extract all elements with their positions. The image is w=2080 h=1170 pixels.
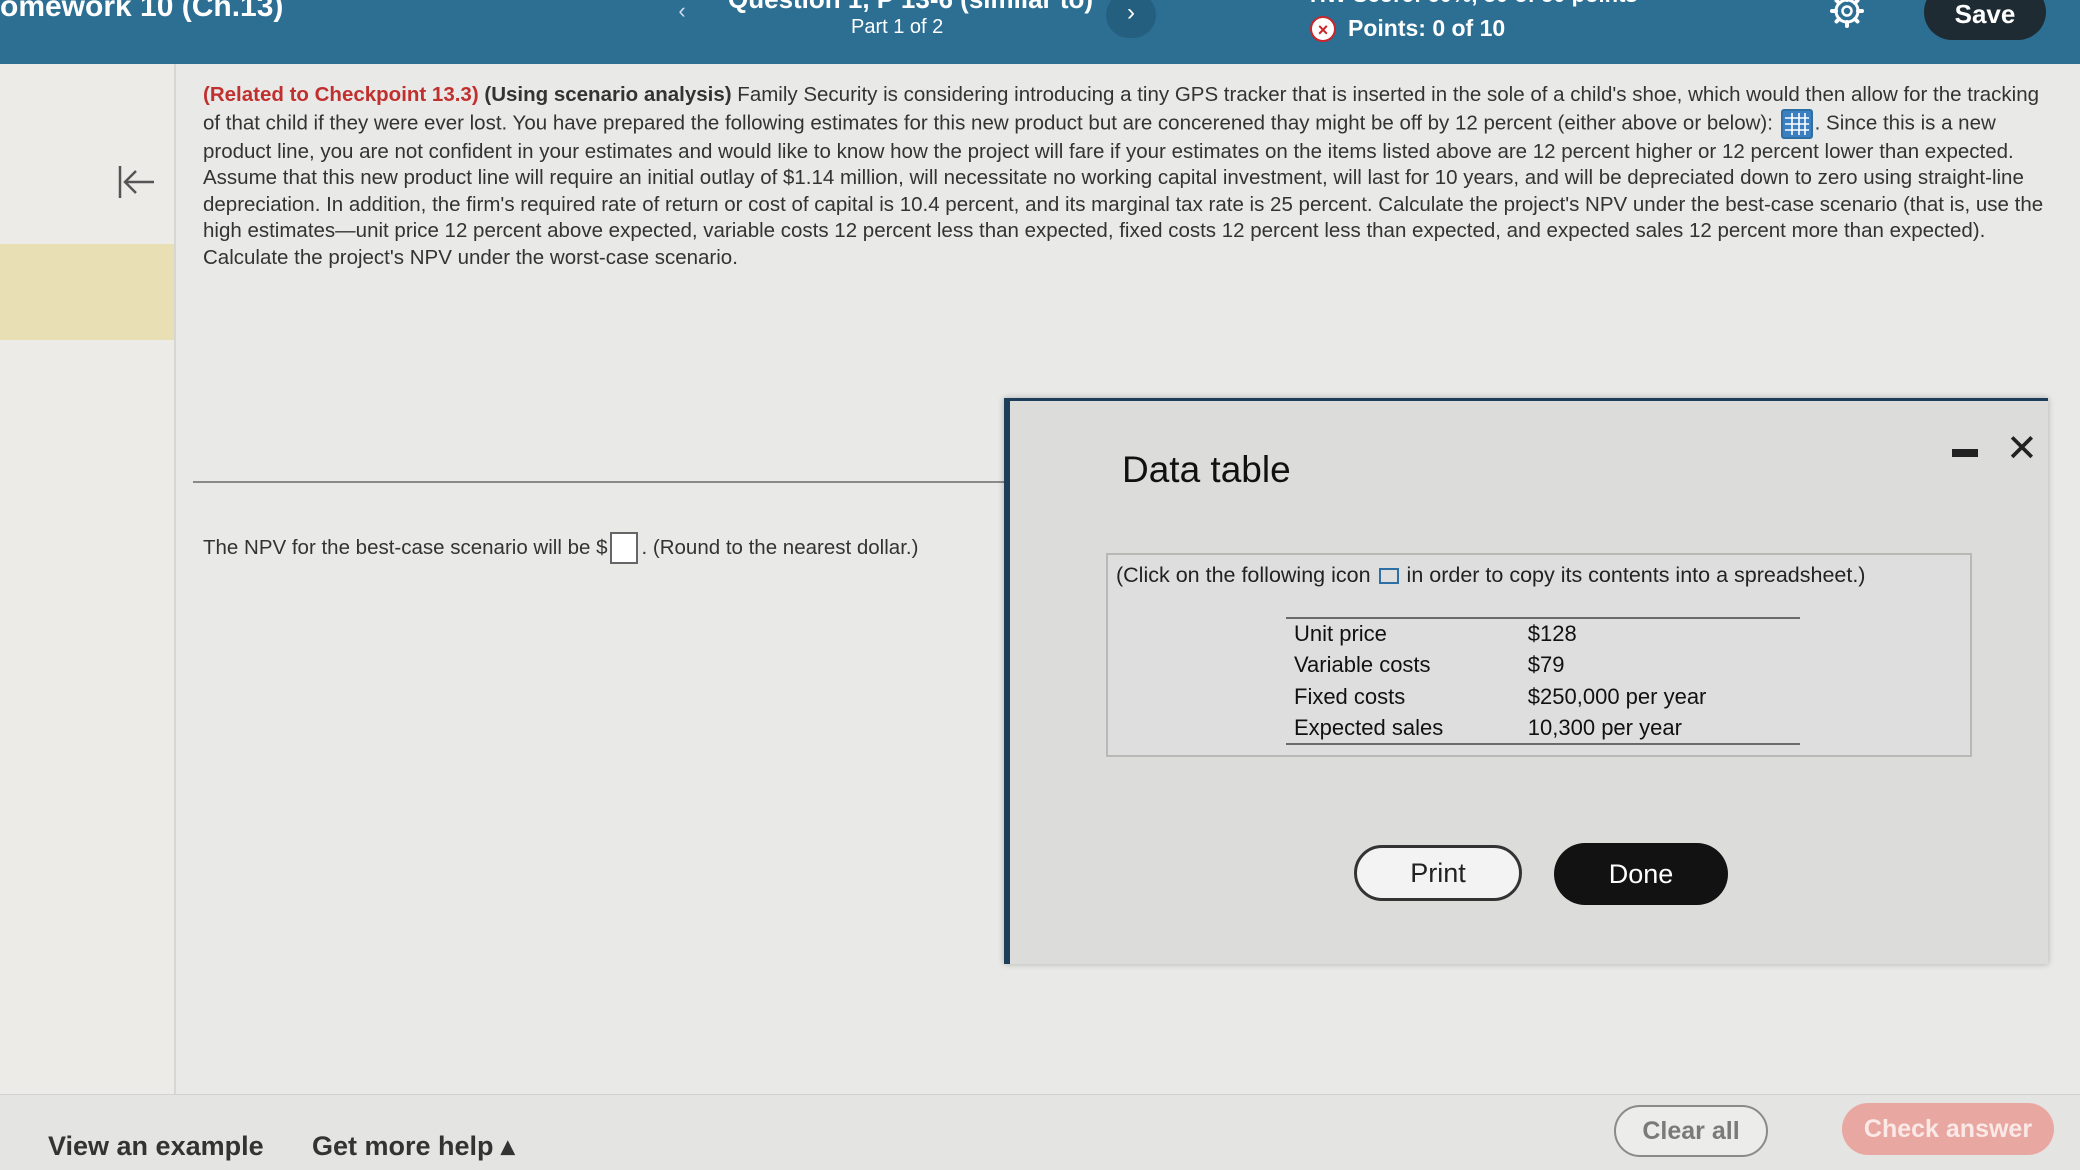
answer-line: The NPV for the best-case scenario will … <box>203 532 918 564</box>
answer-suffix: . (Round to the nearest dollar.) <box>641 536 919 559</box>
view-example-link[interactable]: View an example <box>48 1131 264 1162</box>
homework-title: omework 10 (Ch.13) <box>0 0 284 23</box>
divider <box>193 481 1005 483</box>
scenario-label: (Using scenario analysis) <box>484 83 732 106</box>
points-label: Points: 0 of 10 <box>1348 15 1506 41</box>
row-value: $128 <box>1527 621 1577 647</box>
chevron-left-icon: ‹ <box>678 0 686 23</box>
data-table-grid-icon[interactable] <box>1780 108 1813 139</box>
hw-score: HW Score: 60%, 30 of 50 points <box>1310 0 1638 8</box>
footer-bar: View an example Get more help ▴ Clear al… <box>0 1094 2080 1170</box>
copy-to-spreadsheet-icon[interactable] <box>1378 567 1399 584</box>
save-button[interactable]: Save <box>1924 0 2046 40</box>
copy-note: (Click on the following icon in order to… <box>1116 563 1865 588</box>
next-question-button[interactable]: › <box>1106 0 1156 38</box>
row-value: 10,300 per year <box>1527 714 1682 740</box>
minimize-icon[interactable] <box>1952 449 1978 457</box>
npv-answer-input[interactable] <box>609 532 638 564</box>
row-label: Variable costs <box>1294 652 1431 678</box>
estimates-table: Unit price $128 Variable costs $79 Fixed… <box>1286 617 1800 745</box>
question-title: Question 1, P 13-6 (similar to) <box>728 0 1093 15</box>
incorrect-x-icon: × <box>1310 15 1336 42</box>
close-icon[interactable]: ✕ <box>2006 429 2038 469</box>
row-label: Unit price <box>1294 621 1387 647</box>
clear-all-button[interactable]: Clear all <box>1614 1105 1768 1157</box>
collapse-panel-icon[interactable] <box>114 160 158 204</box>
check-answer-button[interactable]: Check answer <box>1842 1103 2054 1155</box>
copy-note-after: in order to copy its contents into a spr… <box>1406 563 1866 587</box>
table-row: Unit price $128 <box>1286 618 1800 650</box>
copy-note-before: (Click on the following icon <box>1116 563 1371 587</box>
table-row: Expected sales 10,300 per year <box>1286 713 1800 745</box>
get-more-help-link[interactable]: Get more help ▴ <box>312 1131 515 1162</box>
question-body-2: . Since this is a new product line, you … <box>203 110 2044 269</box>
question-text: (Related to Checkpoint 13.3) (Using scen… <box>203 82 2055 271</box>
left-rail <box>0 64 176 1094</box>
top-bar: omework 10 (Ch.13) ‹ Question 1, P 13-6 … <box>0 0 2080 64</box>
done-button[interactable]: Done <box>1554 843 1728 905</box>
checkpoint-reference: (Related to Checkpoint 13.3) <box>203 83 479 106</box>
modal-title: Data table <box>1122 449 1291 490</box>
table-row: Fixed costs $250,000 per year <box>1286 681 1800 713</box>
row-label: Fixed costs <box>1294 683 1406 709</box>
part-indicator: Part 1 of 2 <box>851 16 944 38</box>
row-value: $79 <box>1527 652 1565 678</box>
answer-prefix: The NPV for the best-case scenario will … <box>203 536 608 559</box>
previous-question-button[interactable]: ‹ <box>660 0 704 32</box>
chevron-right-icon: › <box>1127 0 1135 26</box>
data-table-frame: (Click on the following icon in order to… <box>1106 553 1972 757</box>
gear-icon[interactable] <box>1830 0 1864 28</box>
points-status: × Points: 0 of 10 <box>1310 15 1505 42</box>
question-body-1: Family Security is considering introduci… <box>203 83 2040 134</box>
print-button[interactable]: Print <box>1354 845 1522 901</box>
rail-current-question-highlight[interactable] <box>0 244 174 340</box>
row-value: $250,000 per year <box>1527 683 1707 709</box>
table-row: Variable costs $79 <box>1286 650 1800 682</box>
data-table-modal: Data table ✕ (Click on the following ico… <box>1004 398 2048 964</box>
row-label: Expected sales <box>1294 714 1444 740</box>
